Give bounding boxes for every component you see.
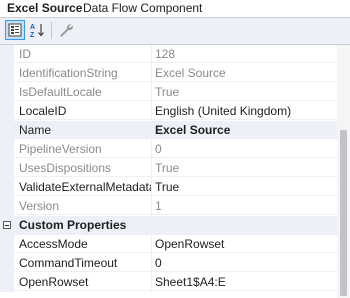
category-label: Custom Properties <box>19 218 127 232</box>
property-grid: ID 128 IdentificationString Excel Source… <box>0 45 337 298</box>
object-type: Data Flow Component <box>83 1 203 15</box>
collapse-icon[interactable] <box>3 221 11 229</box>
property-name: AccessMode <box>14 235 151 253</box>
property-value: True <box>152 83 337 101</box>
property-value: 128 <box>152 45 337 63</box>
property-value[interactable]: OpenRowset <box>152 235 337 253</box>
property-row-accessmode[interactable]: AccessMode OpenRowset <box>0 235 337 254</box>
toolbar-separator <box>51 22 52 39</box>
property-row-validateexternalmetadata[interactable]: ValidateExternalMetadata True <box>0 178 337 197</box>
property-row-id[interactable]: ID 128 <box>0 45 337 64</box>
property-value[interactable]: English (United Kingdom) <box>152 102 337 120</box>
sort-az-icon: A Z <box>30 24 44 38</box>
wrench-icon <box>60 24 73 37</box>
property-row-version[interactable]: Version 1 <box>0 197 337 216</box>
property-value: 0 <box>152 140 337 158</box>
property-row-openrowset[interactable]: OpenRowset Sheet1$A4:E <box>0 273 337 292</box>
svg-text:Z: Z <box>30 32 35 38</box>
property-row-isdefaultlocale[interactable]: IsDefaultLocale True <box>0 83 337 102</box>
property-header: Excel Source Data Flow Component <box>0 0 350 17</box>
properties-toolbar: A Z <box>0 18 350 44</box>
property-name: ValidateExternalMetadata <box>14 178 151 196</box>
property-row-commandtimeout[interactable]: CommandTimeout 0 <box>0 254 337 273</box>
property-value[interactable]: True <box>152 178 337 196</box>
property-value[interactable]: Sheet1$A4:E <box>152 273 337 291</box>
property-name: OpenRowset <box>14 273 151 291</box>
property-value: True <box>152 159 337 177</box>
property-name: CommandTimeout <box>14 254 151 272</box>
property-pages-button[interactable] <box>56 20 76 40</box>
property-row-pipelineversion[interactable]: PipelineVersion 0 <box>0 140 337 159</box>
property-name: IdentificationString <box>14 64 151 82</box>
svg-text:A: A <box>30 24 35 31</box>
property-row-localeid[interactable]: LocaleID English (United Kingdom) <box>0 102 337 121</box>
property-name: Version <box>14 197 151 215</box>
alphabetical-button[interactable]: A Z <box>27 20 47 40</box>
property-row-identificationstring[interactable]: IdentificationString Excel Source <box>0 64 337 83</box>
property-name: Name <box>14 121 151 139</box>
property-name: ID <box>14 45 151 63</box>
categorized-button[interactable] <box>5 20 25 40</box>
property-row-name[interactable]: Name Excel Source <box>0 121 337 140</box>
property-value: 1 <box>152 197 337 215</box>
categorized-icon <box>8 23 22 37</box>
property-value: Excel Source <box>152 64 337 82</box>
property-row-usesdispositions[interactable]: UsesDispositions True <box>0 159 337 178</box>
property-name: LocaleID <box>14 102 151 120</box>
object-name: Excel Source <box>7 1 83 15</box>
scrollbar-thumb[interactable] <box>340 130 347 296</box>
property-name: IsDefaultLocale <box>14 83 151 101</box>
property-name: PipelineVersion <box>14 140 151 158</box>
property-name: UsesDispositions <box>14 159 151 177</box>
property-value[interactable]: 0 <box>152 254 337 272</box>
category-custom-properties[interactable]: Custom Properties <box>0 216 337 235</box>
property-value[interactable]: Excel Source <box>152 121 337 139</box>
